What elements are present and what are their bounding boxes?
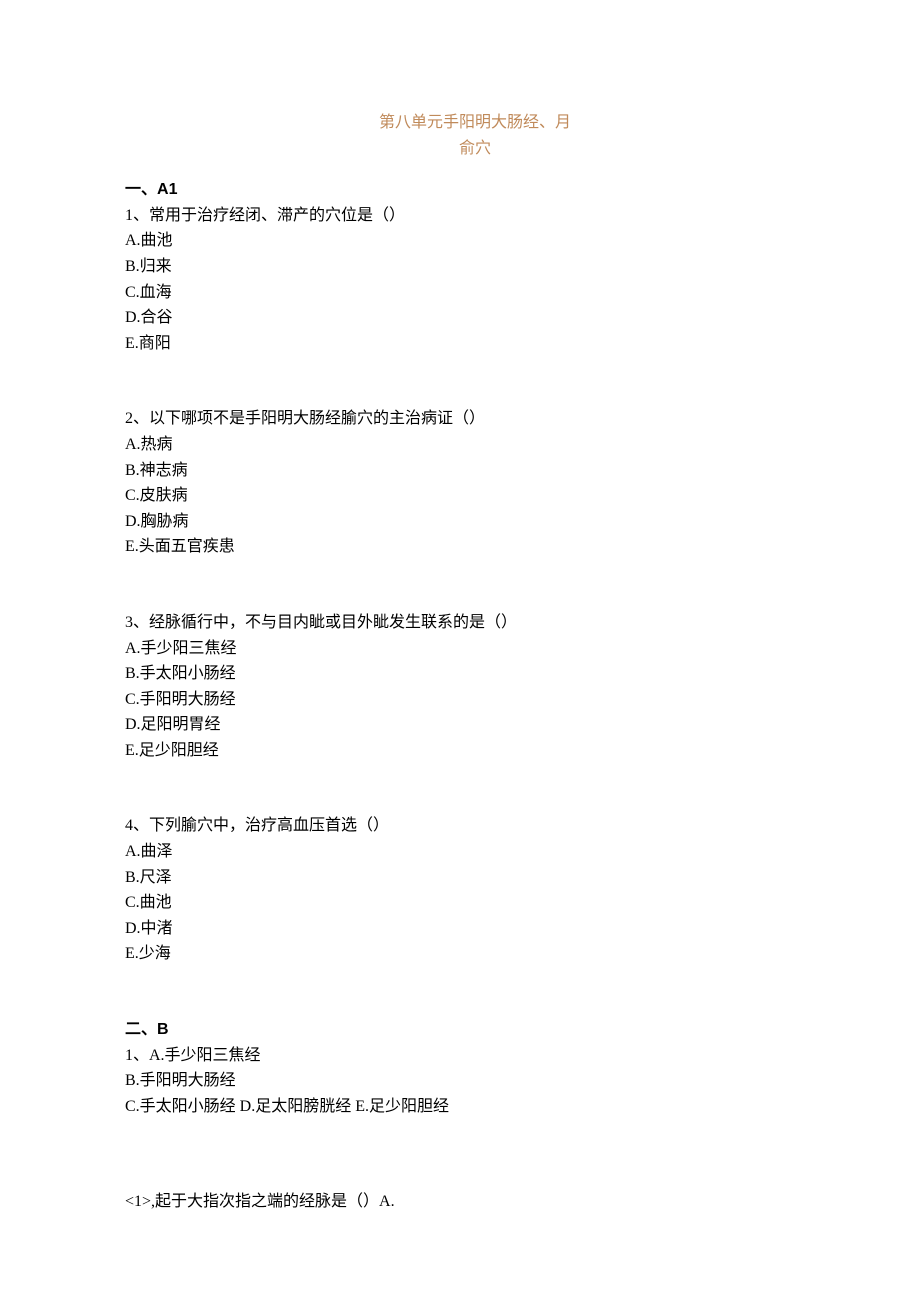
question-2: 2、以下哪项不是手阳明大肠经腧穴的主治病证（） A.热病 B.神志病 C.皮肤病… <box>125 406 795 560</box>
section-b-sub1: <1>,起于大指次指之端的经脉是（）A. <box>125 1189 795 1215</box>
b-q1-line1: 1、A.手少阳三焦经 <box>125 1043 795 1069</box>
b-q1-line3: C.手太阳小肠经 D.足太阳膀胱经 E.足少阳胆经 <box>125 1094 795 1120</box>
q1-option-e: E.商阳 <box>125 331 795 357</box>
q4-option-d: D.中渚 <box>125 916 795 942</box>
section-b-prefix: 二、 <box>125 1021 157 1038</box>
q1-option-a: A.曲池 <box>125 228 795 254</box>
q3-option-e: E.足少阳胆经 <box>125 738 795 764</box>
q2-option-a: A.热病 <box>125 432 795 458</box>
question-1: 1、常用于治疗经闭、滞产的穴位是（） A.曲池 B.归来 C.血海 D.合谷 E… <box>125 203 795 357</box>
q3-option-b: B.手太阳小肠经 <box>125 661 795 687</box>
q1-option-d: D.合谷 <box>125 305 795 331</box>
q4-option-e: E.少海 <box>125 941 795 967</box>
q2-option-b: B.神志病 <box>125 458 795 484</box>
q2-option-d: D.胸胁病 <box>125 509 795 535</box>
q4-option-c: C.曲池 <box>125 890 795 916</box>
question-3: 3、经脉循行中，不与目内眦或目外眦发生联系的是（） A.手少阳三焦经 B.手太阳… <box>125 610 795 764</box>
q2-option-e: E.头面五官疾患 <box>125 534 795 560</box>
q1-option-c: C.血海 <box>125 280 795 306</box>
q3-stem: 3、经脉循行中，不与目内眦或目外眦发生联系的是（） <box>125 610 795 636</box>
section-b-label: B <box>157 1021 169 1038</box>
section-a-heading: 一、A1 <box>125 177 795 203</box>
q4-option-b: B.尺泽 <box>125 865 795 891</box>
section-a-prefix: 一、 <box>125 181 157 198</box>
section-b-heading: 二、B <box>125 1017 795 1043</box>
q1-option-b: B.归来 <box>125 254 795 280</box>
question-4: 4、下列腧穴中，治疗高血压首选（） A.曲泽 B.尺泽 C.曲池 D.中渚 E.… <box>125 813 795 967</box>
q2-stem: 2、以下哪项不是手阳明大肠经腧穴的主治病证（） <box>125 406 795 432</box>
q3-option-d: D.足阳明胃经 <box>125 712 795 738</box>
section-a-label: A1 <box>157 181 177 198</box>
b-q1-line2: B.手阳明大肠经 <box>125 1068 795 1094</box>
document-title: 第八单元手阳明大肠经、月俞穴 <box>345 110 575 161</box>
q1-stem: 1、常用于治疗经闭、滞产的穴位是（） <box>125 203 795 229</box>
q3-option-a: A.手少阳三焦经 <box>125 636 795 662</box>
page-container: 第八单元手阳明大肠经、月俞穴 一、A1 1、常用于治疗经闭、滞产的穴位是（） A… <box>0 0 920 1215</box>
q3-option-c: C.手阳明大肠经 <box>125 687 795 713</box>
q4-option-a: A.曲泽 <box>125 839 795 865</box>
section-b-q1: 1、A.手少阳三焦经 B.手阳明大肠经 C.手太阳小肠经 D.足太阳膀胱经 E.… <box>125 1043 795 1120</box>
q2-option-c: C.皮肤病 <box>125 483 795 509</box>
q4-stem: 4、下列腧穴中，治疗高血压首选（） <box>125 813 795 839</box>
